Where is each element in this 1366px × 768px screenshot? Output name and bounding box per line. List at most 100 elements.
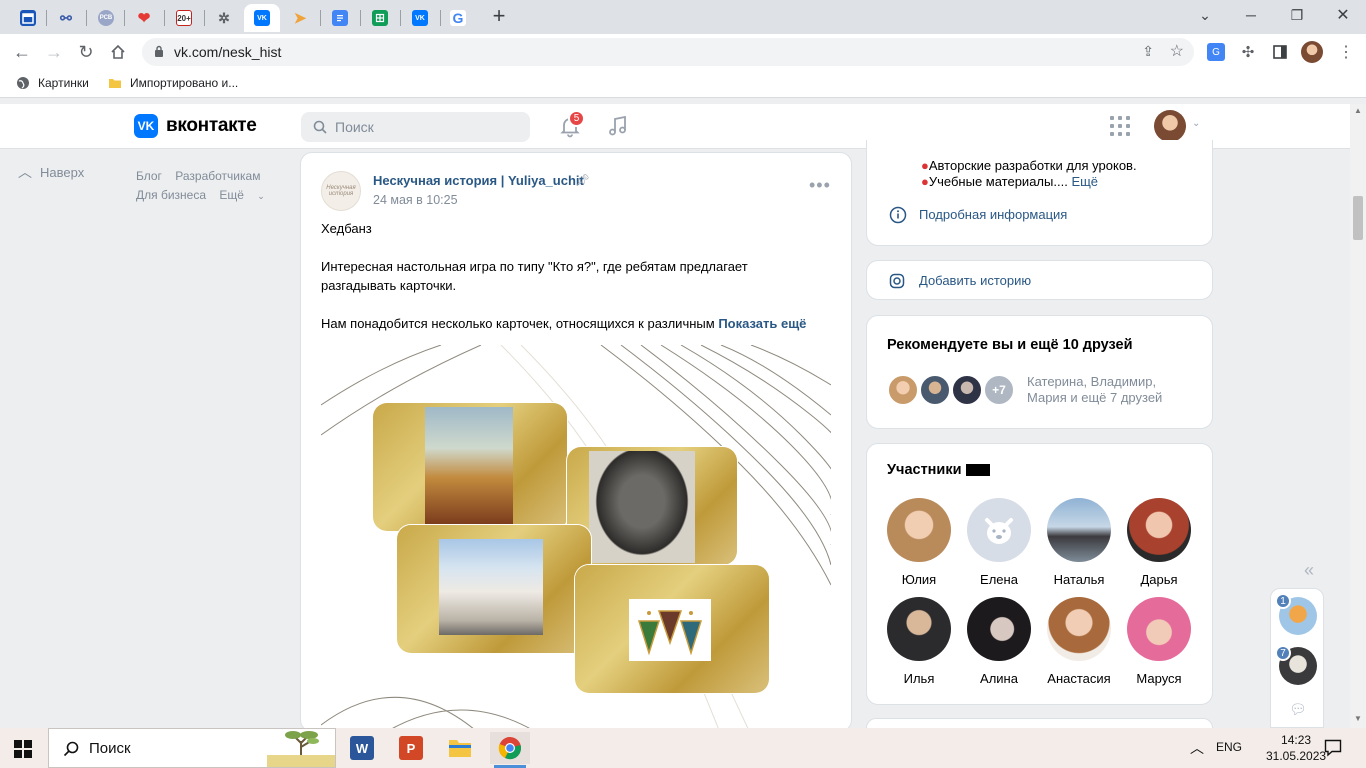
scroll-down-arrow[interactable]: ▼ [1354, 714, 1362, 723]
side-panel-button[interactable] [1268, 40, 1292, 64]
scroll-up-arrow[interactable]: ▲ [1354, 106, 1362, 115]
windows-start-icon[interactable] [14, 740, 32, 758]
post-author-link[interactable]: Нескучная история | Yuliya_uchit [373, 173, 584, 188]
address-bar[interactable]: vk.com/nesk_hist ⇪ ☆ [142, 38, 1194, 66]
tab-sheets[interactable] [362, 4, 398, 32]
chat-unread-badge: 1 [1275, 593, 1291, 609]
tab-calendar[interactable] [10, 4, 46, 32]
member-alina[interactable]: Алина [959, 597, 1039, 686]
bookmark-star-icon[interactable]: ☆ [1170, 41, 1184, 61]
chevron-down-icon[interactable]: ⌄ [1192, 118, 1200, 129]
minimize-button[interactable]: ─ [1228, 0, 1274, 30]
member-avatar [1127, 597, 1191, 661]
arrow-left-icon: ← [13, 41, 31, 62]
back-button[interactable]: ← [10, 40, 34, 64]
member-natalya[interactable]: Наталья [1039, 498, 1119, 587]
post-date[interactable]: 24 мая в 10:25 [373, 193, 458, 207]
home-button[interactable] [106, 40, 130, 64]
post-menu-button[interactable]: ••• [809, 176, 831, 194]
tab-google[interactable]: G [440, 4, 476, 32]
messages-icon[interactable]: 💬︎ [1289, 701, 1307, 718]
vk-dog-icon [985, 518, 1013, 544]
scroll-to-top-button[interactable]: ︿ Наверх [18, 162, 84, 182]
tab-vk-active[interactable]: VK [244, 4, 280, 32]
add-story-label: Добавить историю [919, 273, 1032, 288]
forward-button[interactable]: → [42, 40, 66, 64]
tab-telegram[interactable]: ➤ [282, 4, 318, 32]
bookmark-imported-folder[interactable]: Импортировано и... [108, 76, 238, 90]
post-image[interactable] [321, 345, 831, 731]
member-ilya[interactable]: Илья [879, 597, 959, 686]
link-more[interactable]: Ещё ⌄ [219, 188, 274, 202]
music-icon[interactable] [606, 114, 630, 138]
tab-rcb[interactable]: РСВ [88, 4, 124, 32]
friend-avatar-1[interactable] [887, 374, 919, 406]
taskbar-clock[interactable]: 14:23 31.05.2023 [1266, 732, 1326, 764]
share-icon[interactable]: ⇪ [1142, 43, 1154, 60]
profile-button[interactable] [1300, 40, 1324, 64]
show-more-link[interactable]: Показать ещё [718, 316, 806, 331]
tab-heart[interactable]: ❤ [126, 4, 162, 32]
members-title[interactable]: Участники [887, 462, 990, 478]
tab-search-button[interactable]: ⌄ [1182, 0, 1228, 30]
member-avatar-placeholder [967, 498, 1031, 562]
vk-search [301, 112, 530, 142]
folder-icon [449, 740, 471, 757]
member-yulia[interactable]: Юлия [879, 498, 959, 587]
url-text: vk.com/nesk_hist [174, 44, 282, 60]
extensions-button[interactable]: ✣ [1236, 40, 1260, 64]
footer-links: Блог Разработчикам Для бизнеса Ещё ⌄ [136, 167, 285, 206]
tab-docs[interactable] [322, 4, 358, 32]
new-tab-button[interactable]: + [488, 5, 510, 28]
member-anastasia[interactable]: Анастасия [1039, 597, 1119, 686]
search-highlight-tree-image [267, 731, 335, 767]
about-more-link[interactable]: Ещё [1071, 174, 1098, 189]
restore-button[interactable]: ❐ [1274, 0, 1320, 30]
word-icon: W [350, 736, 374, 760]
browser-menu-button[interactable]: ⋮ [1334, 40, 1358, 64]
more-friends-badge[interactable]: +7 [983, 374, 1015, 406]
tab-network[interactable]: ⚯ [48, 4, 84, 32]
user-avatar[interactable] [1154, 110, 1186, 142]
tab-vk-2[interactable]: VK [402, 4, 438, 32]
friend-avatar-3[interactable] [951, 374, 983, 406]
add-story-card[interactable]: Добавить историю [866, 260, 1213, 300]
puzzle-icon: ✣ [1241, 44, 1255, 61]
notification-center-icon[interactable] [1324, 739, 1342, 757]
collapse-chats-button[interactable]: « [1304, 560, 1314, 581]
link-blog[interactable]: Блог [136, 169, 162, 183]
earrings-drawing [637, 610, 703, 656]
chat-unread-badge: 7 [1275, 645, 1291, 661]
details-link[interactable]: Подробная информация [919, 207, 1067, 222]
tab-gmail[interactable]: 20+ [166, 4, 202, 32]
bookmark-pictures[interactable]: Картинки [16, 76, 89, 90]
tab-loading[interactable]: ✲ [206, 4, 242, 32]
member-avatar [1047, 498, 1111, 562]
taskbar-powerpoint[interactable]: P [391, 732, 431, 764]
taskbar-word[interactable]: W [342, 732, 382, 764]
member-elena[interactable]: Елена [959, 498, 1039, 587]
link-developers[interactable]: Разработчикам [175, 169, 260, 183]
translate-extension-button[interactable]: G [1204, 40, 1228, 64]
friend-avatar-2[interactable] [919, 374, 951, 406]
search-input[interactable] [335, 112, 525, 142]
pin-marker-icon: ● [921, 174, 929, 189]
scrollbar-thumb[interactable] [1353, 196, 1363, 240]
reload-button[interactable]: ↻ [74, 40, 98, 64]
services-grid-icon[interactable] [1110, 116, 1130, 136]
taskbar-explorer[interactable] [440, 732, 480, 764]
paper-plane-icon: ➤ [293, 10, 307, 27]
tray-overflow-chevron-icon[interactable]: ︿ [1190, 738, 1204, 758]
vk-logo[interactable]: VK вконтакте [134, 114, 257, 138]
search-icon [313, 120, 327, 134]
input-language[interactable]: ENG [1216, 740, 1242, 754]
link-business[interactable]: Для бизнеса [136, 188, 206, 202]
vk-icon: VK [412, 10, 428, 26]
member-darya[interactable]: Дарья [1119, 498, 1199, 587]
community-avatar[interactable]: Нескучная история [321, 171, 361, 211]
member-marusya[interactable]: Маруся [1119, 597, 1199, 686]
taskbar-chrome[interactable] [490, 732, 530, 768]
taskbar-search[interactable]: Поиск [48, 728, 336, 768]
page-scrollbar[interactable]: ▲ ▼ [1350, 104, 1366, 728]
close-window-button[interactable]: ✕ [1320, 0, 1366, 30]
